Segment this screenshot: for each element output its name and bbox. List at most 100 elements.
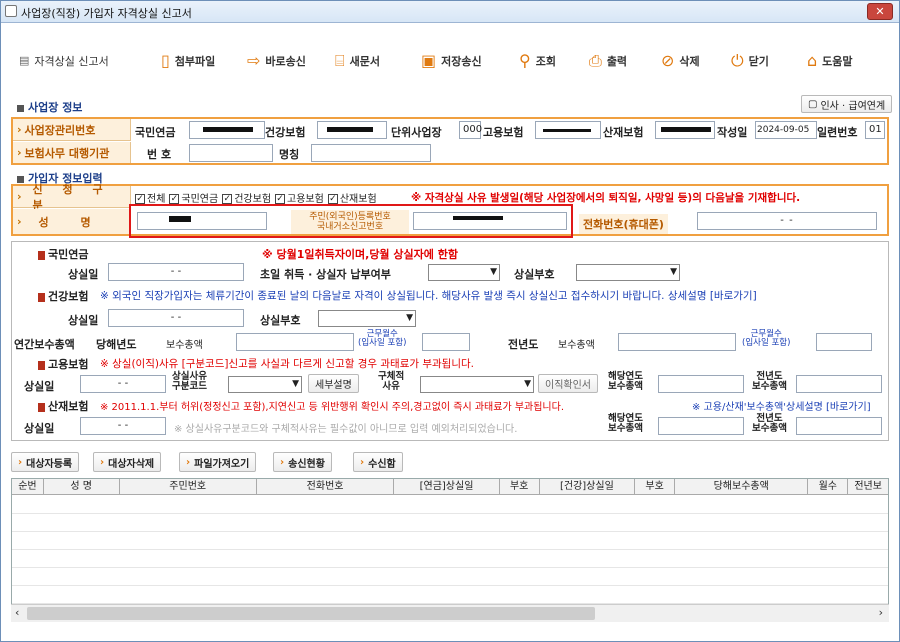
close-form-button[interactable]: ⏻ 닫기 <box>731 51 769 71</box>
link-icon: ▢ <box>808 98 818 110</box>
health-code-select[interactable] <box>318 310 416 327</box>
hr-payroll-link-button[interactable]: ▢ 인사 · 급여연계 <box>801 95 893 113</box>
mgmt-no-label: 사업장관리번호 <box>13 119 131 141</box>
register-target-button[interactable]: › 대상자등록 <box>11 452 80 472</box>
specific-reason-select[interactable] <box>420 376 534 393</box>
delete-target-button[interactable]: › 대상자삭제 <box>93 452 162 472</box>
app-window: 사업장(직장) 가입자 자격상실 신고서 ✕ ▤ 자격상실 신고서 ▯ 첨부파일 … <box>0 0 900 642</box>
search-button[interactable]: ⚲ 조회 <box>519 51 556 71</box>
industrial-title: 산재보험 <box>38 398 88 414</box>
agency-label: 보험사무 대행기관 <box>13 142 131 163</box>
section-bullet-icon <box>38 360 45 370</box>
check-employment[interactable]: ✓ 고용보험 <box>275 190 324 205</box>
check-all[interactable]: ✓ 전체 <box>135 190 165 205</box>
emp-this-year-label: 해당연도 보수총액 <box>608 371 643 392</box>
first-month-select[interactable] <box>428 264 500 281</box>
unit-field[interactable]: 000 <box>459 121 482 139</box>
emp-prev-year-field[interactable] <box>796 375 882 393</box>
ind-prev-year-field[interactable] <box>796 417 882 435</box>
save-send-button[interactable]: ▣ 저장송신 <box>421 51 482 71</box>
employment-loss-date-field[interactable]: - - <box>80 375 166 393</box>
column-header[interactable]: [건강]상실일 <box>540 479 636 494</box>
agency-no-field[interactable] <box>189 144 273 162</box>
print-button[interactable]: ⎙ 출력 <box>589 51 627 71</box>
scroll-thumb[interactable] <box>27 607 595 620</box>
section-bullet-icon <box>38 292 45 302</box>
pension-loss-date-field[interactable]: - - <box>108 263 244 281</box>
close-button[interactable]: ✕ <box>867 3 893 20</box>
prev-year-months-field[interactable] <box>816 333 872 351</box>
column-header[interactable]: 전화번호 <box>257 479 395 494</box>
table-row[interactable] <box>12 514 888 532</box>
column-header[interactable]: [연금]상실일 <box>394 479 500 494</box>
new-document-button[interactable]: ⌸ 새문서 <box>335 51 380 71</box>
this-year-label: 당해년도 <box>96 338 137 351</box>
arrow-icon: › <box>100 456 105 468</box>
phone-field[interactable]: - - <box>697 212 877 230</box>
highlight-box <box>129 204 573 238</box>
attach-button[interactable]: ▯ 첨부파일 <box>161 51 215 71</box>
table-row[interactable] <box>12 586 888 604</box>
detail-button[interactable]: 세부설명 <box>308 374 359 393</box>
pension-label: 국민연금 <box>135 126 176 139</box>
arrow-icon: › <box>186 456 191 468</box>
scroll-left-icon[interactable]: ‹ <box>15 606 19 619</box>
prev-year-pay-field[interactable] <box>618 333 736 351</box>
pension-code-label: 상실부호 <box>514 268 555 281</box>
industrial-placeholder: ※ 상실사유구분코드와 구체적사유는 필수값이 아니므로 입력 예외처리되었습니… <box>174 424 518 435</box>
pension-notice: ※ 당월1일취득자이며,당월 상실자에 한함 <box>262 248 458 261</box>
import-file-button[interactable]: › 파일가져오기 <box>179 452 257 472</box>
pension-code-select[interactable] <box>576 264 680 281</box>
help-button[interactable]: ⌂ 도움말 <box>807 51 853 71</box>
title-bar: 사업장(직장) 가입자 자격상실 신고서 ✕ <box>1 1 899 23</box>
column-header[interactable]: 당해보수총액 <box>675 479 809 494</box>
serial-field[interactable]: 01 <box>865 121 885 139</box>
checkbox-icon: ✓ <box>135 194 145 204</box>
scroll-right-icon[interactable]: › <box>879 606 883 619</box>
health-loss-date-field[interactable]: - - <box>108 309 244 327</box>
table-row[interactable] <box>12 496 888 514</box>
table-row[interactable] <box>12 550 888 568</box>
paperclip-icon: ▯ <box>161 51 170 70</box>
table-header: 순번 성 명 주민번호 전화번호 [연금]상실일 부호 [건강]상실일 부호 당… <box>12 479 888 495</box>
checkbox-icon: ✓ <box>327 194 338 204</box>
inbox-button[interactable]: › 수신함 <box>353 452 403 472</box>
industrial-link[interactable]: ※ 고용/산재'보수총액'상세설명 [바로가기] <box>692 398 871 413</box>
this-year-months-field[interactable] <box>422 333 470 351</box>
delete-button[interactable]: ⊘ 삭제 <box>661 51 700 71</box>
employment-notice: ※ 상실(이직)사유 [구분코드]신고를 사실과 다르게 신고할 경우 과태료가… <box>100 358 475 370</box>
separation-confirm-button[interactable]: 이직확인서 <box>538 374 598 393</box>
send-status-button[interactable]: › 송신현황 <box>273 452 332 472</box>
search-icon: ⚲ <box>519 51 531 70</box>
column-header[interactable]: 부호 <box>635 479 675 494</box>
printer-icon: ⎙ <box>589 51 602 70</box>
this-year-pay-field[interactable] <box>236 333 354 351</box>
emp-this-year-field[interactable] <box>658 375 744 393</box>
table-row[interactable] <box>12 532 888 550</box>
health-notice[interactable]: ※ 외국인 직장가입자는 체류기간이 종료된 날의 다음날로 자격이 상실됩니다… <box>100 288 757 303</box>
column-header[interactable]: 주민번호 <box>120 479 257 494</box>
table-row[interactable] <box>12 568 888 586</box>
industrial-loss-date-field[interactable]: - - <box>80 417 166 435</box>
target-table[interactable]: 순번 성 명 주민번호 전화번호 [연금]상실일 부호 [건강]상실일 부호 당… <box>11 478 889 622</box>
direct-send-button[interactable]: ⇨ 바로송신 <box>247 51 306 71</box>
arrow-icon: › <box>18 456 23 468</box>
pension-title: 국민연금 <box>38 246 88 262</box>
ind-this-year-field[interactable] <box>658 417 744 435</box>
column-header[interactable]: 순번 <box>12 479 44 494</box>
workplace-section-title: 사업장 정보 <box>17 99 82 115</box>
apply-label: 신 청 구 분 <box>13 183 131 212</box>
check-pension[interactable]: ✓ 국민연금 <box>169 190 218 205</box>
date-field[interactable]: 2024-09-05 <box>755 121 817 139</box>
horizontal-scrollbar[interactable]: ‹ › <box>11 604 889 622</box>
column-header[interactable]: 성 명 <box>44 479 120 494</box>
emp-prev-year-label: 전년도 보수총액 <box>752 371 787 392</box>
check-health[interactable]: ✓ 건강보험 <box>222 190 271 205</box>
column-header[interactable]: 부호 <box>500 479 540 494</box>
checkbox-icon: ✓ <box>222 194 233 204</box>
column-header[interactable]: 월수 <box>808 479 849 494</box>
reason-code-select[interactable] <box>228 376 302 393</box>
check-industrial[interactable]: ✓ 산재보험 <box>327 190 377 205</box>
column-header[interactable]: 전년보 <box>848 479 888 494</box>
agency-name-field[interactable] <box>311 144 431 162</box>
